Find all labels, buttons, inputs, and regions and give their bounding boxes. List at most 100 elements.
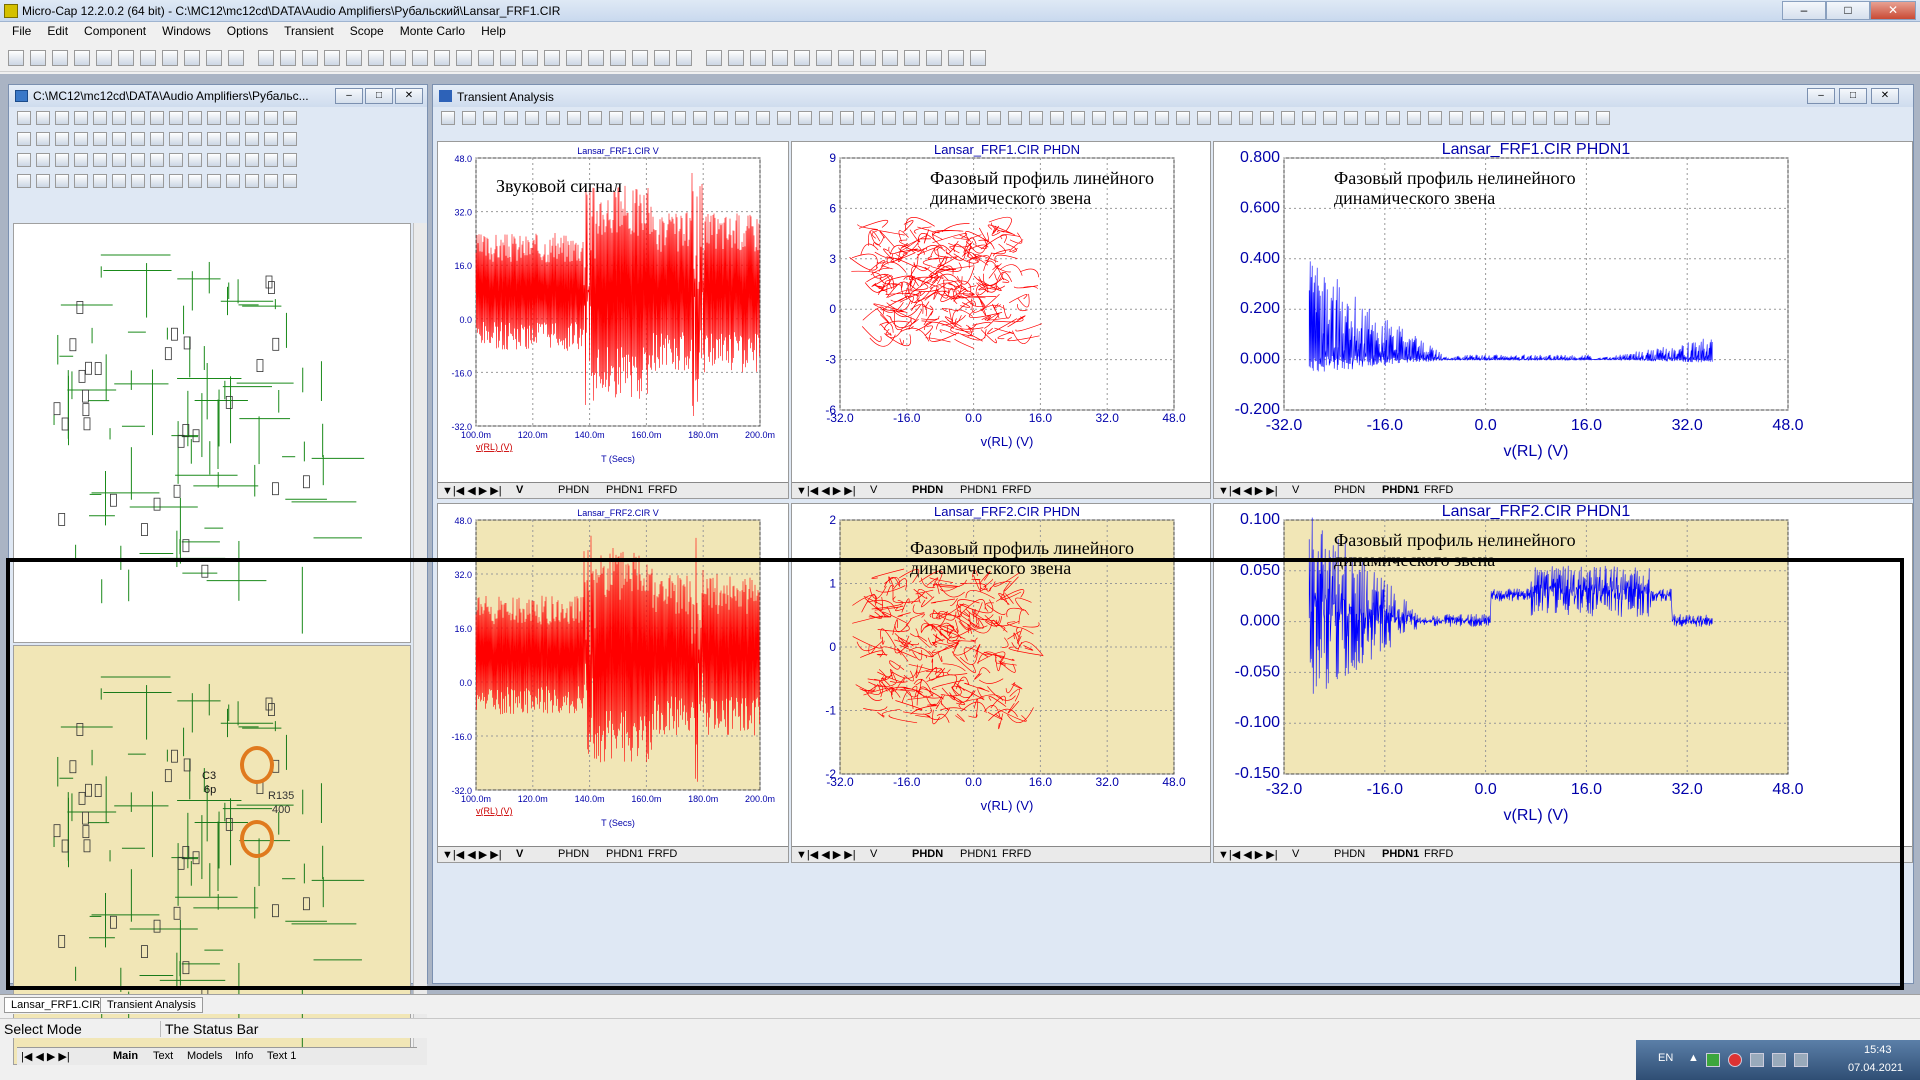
toolbar-tool-icon[interactable] — [610, 50, 626, 66]
schematic-tool-icon[interactable] — [264, 132, 278, 146]
transient-tool-icon[interactable] — [1260, 111, 1274, 125]
doc-tab-frf1[interactable]: Lansar_FRF1.CIR — [4, 997, 108, 1013]
schematic-tool-icon[interactable] — [55, 153, 69, 167]
transient-tool-icon[interactable] — [1176, 111, 1190, 125]
plot-nav-icon[interactable]: ▼|◀ ◀ ▶ ▶| — [1218, 848, 1278, 861]
schematic-tool-icon[interactable] — [93, 111, 107, 125]
schematic-tool-icon[interactable] — [17, 132, 31, 146]
schematic-tool-icon[interactable] — [112, 132, 126, 146]
transient-tool-icon[interactable] — [504, 111, 518, 125]
transient-tool-icon[interactable] — [714, 111, 728, 125]
schematic-tool-icon[interactable] — [93, 153, 107, 167]
toolbar-tool-icon[interactable] — [74, 50, 90, 66]
plot-panel[interactable]: Lansar_FRF2.CIR V 48.0 32.0 16.0 0.0 -16.0 -32… — [437, 503, 789, 863]
schematic-tool-icon[interactable] — [36, 111, 50, 125]
schematic-restore-button[interactable]: □ — [365, 88, 393, 104]
plot-tab-frfd[interactable]: FRFD — [648, 484, 677, 496]
transient-tool-icon[interactable] — [945, 111, 959, 125]
schematic-tool-icon[interactable] — [169, 174, 183, 188]
toolbar-tool-icon[interactable] — [140, 50, 156, 66]
transient-tool-icon[interactable] — [777, 111, 791, 125]
transient-tool-icon[interactable] — [672, 111, 686, 125]
schematic-tool-icon[interactable] — [264, 174, 278, 188]
plot-nav-icon[interactable]: ▼|◀ ◀ ▶ ▶| — [1218, 484, 1278, 497]
toolbar-tool-icon[interactable] — [706, 50, 722, 66]
transient-restore-button[interactable]: □ — [1839, 88, 1867, 104]
transient-tool-icon[interactable] — [630, 111, 644, 125]
schematic-minimize-button[interactable]: – — [335, 88, 363, 104]
schematic-tool-icon[interactable] — [207, 111, 221, 125]
toolbar-tool-icon[interactable] — [206, 50, 222, 66]
transient-tool-icon[interactable] — [1239, 111, 1253, 125]
transient-tool-icon[interactable] — [651, 111, 665, 125]
transient-tool-icon[interactable] — [840, 111, 854, 125]
schematic-tool-icon[interactable] — [245, 132, 259, 146]
transient-tool-icon[interactable] — [903, 111, 917, 125]
sheet-tab-info[interactable]: Info — [235, 1050, 253, 1062]
toolbar-tool-icon[interactable] — [500, 50, 516, 66]
plot-tab-frfd[interactable]: FRFD — [1424, 848, 1453, 860]
transient-tool-icon[interactable] — [483, 111, 497, 125]
transient-tool-icon[interactable] — [882, 111, 896, 125]
flag-icon[interactable] — [1750, 1053, 1764, 1067]
tray-expand-icon[interactable]: ▲ — [1688, 1052, 1699, 1064]
transient-tool-icon[interactable] — [441, 111, 455, 125]
transient-tool-icon[interactable] — [1491, 111, 1505, 125]
schematic-tool-icon[interactable] — [131, 111, 145, 125]
menu-transient[interactable]: Transient — [276, 22, 342, 42]
menu-help[interactable]: Help — [473, 22, 514, 42]
toolbar-tool-icon[interactable] — [324, 50, 340, 66]
transient-tool-icon[interactable] — [1092, 111, 1106, 125]
plot-tab-v[interactable]: V — [1292, 484, 1299, 496]
transient-tool-icon[interactable] — [1113, 111, 1127, 125]
schematic-tool-icon[interactable] — [36, 174, 50, 188]
schematic-tool-icon[interactable] — [283, 153, 297, 167]
toolbar-tool-icon[interactable] — [96, 50, 112, 66]
menu-component[interactable]: Component — [76, 22, 154, 42]
toolbar-tool-icon[interactable] — [412, 50, 428, 66]
toolbar-tool-icon[interactable] — [838, 50, 854, 66]
schematic-tool-icon[interactable] — [17, 153, 31, 167]
schematic-close-button[interactable]: ✕ — [395, 88, 423, 104]
schematic-tool-icon[interactable] — [264, 111, 278, 125]
toolbar-tool-icon[interactable] — [970, 50, 986, 66]
transient-tool-icon[interactable] — [1386, 111, 1400, 125]
schematic-tool-icon[interactable] — [169, 132, 183, 146]
clock-date[interactable]: 07.04.2021 — [1848, 1062, 1903, 1074]
transient-tool-icon[interactable] — [1449, 111, 1463, 125]
transient-tool-icon[interactable] — [567, 111, 581, 125]
transient-tool-icon[interactable] — [861, 111, 875, 125]
schematic-tool-icon[interactable] — [283, 132, 297, 146]
schematic-tool-icon[interactable] — [150, 111, 164, 125]
toolbar-tool-icon[interactable] — [772, 50, 788, 66]
transient-tool-icon[interactable] — [1071, 111, 1085, 125]
plot-tab-phdn1[interactable]: PHDN1 — [606, 484, 643, 496]
maximize-button[interactable]: □ — [1826, 1, 1870, 20]
plot-panel[interactable]: Lansar_FRF1.CIR V 48.0 32.0 16.0 0.0 -16.0 -32… — [437, 141, 789, 499]
toolbar-tool-icon[interactable] — [632, 50, 648, 66]
toolbar-tool-icon[interactable] — [118, 50, 134, 66]
doc-tab-transient[interactable]: Transient Analysis — [100, 997, 203, 1013]
plot-tab-phdn[interactable]: PHDN — [912, 848, 943, 860]
schematic-tool-icon[interactable] — [188, 111, 202, 125]
transient-tool-icon[interactable] — [525, 111, 539, 125]
toolbar-tool-icon[interactable] — [926, 50, 942, 66]
sheet-nav-icon[interactable]: |◀ ◀ ▶ ▶| — [21, 1050, 70, 1063]
clock-time[interactable]: 15:43 — [1864, 1044, 1892, 1056]
plot-tab-phdn1[interactable]: PHDN1 — [1382, 848, 1419, 860]
toolbar-tool-icon[interactable] — [368, 50, 384, 66]
transient-tool-icon[interactable] — [756, 111, 770, 125]
transient-tool-icon[interactable] — [1029, 111, 1043, 125]
transient-tool-icon[interactable] — [609, 111, 623, 125]
schematic-tool-icon[interactable] — [207, 132, 221, 146]
plot-tab-frfd[interactable]: FRFD — [1002, 484, 1031, 496]
plot-tab-phdn[interactable]: PHDN — [558, 484, 589, 496]
transient-tool-icon[interactable] — [1323, 111, 1337, 125]
network-icon[interactable] — [1772, 1053, 1786, 1067]
transient-tool-icon[interactable] — [1344, 111, 1358, 125]
plot-nav-icon[interactable]: ▼|◀ ◀ ▶ ▶| — [442, 848, 502, 861]
toolbar-tool-icon[interactable] — [434, 50, 450, 66]
schematic-tool-icon[interactable] — [150, 132, 164, 146]
plot-tab-v[interactable]: V — [516, 484, 523, 496]
transient-tool-icon[interactable] — [1218, 111, 1232, 125]
